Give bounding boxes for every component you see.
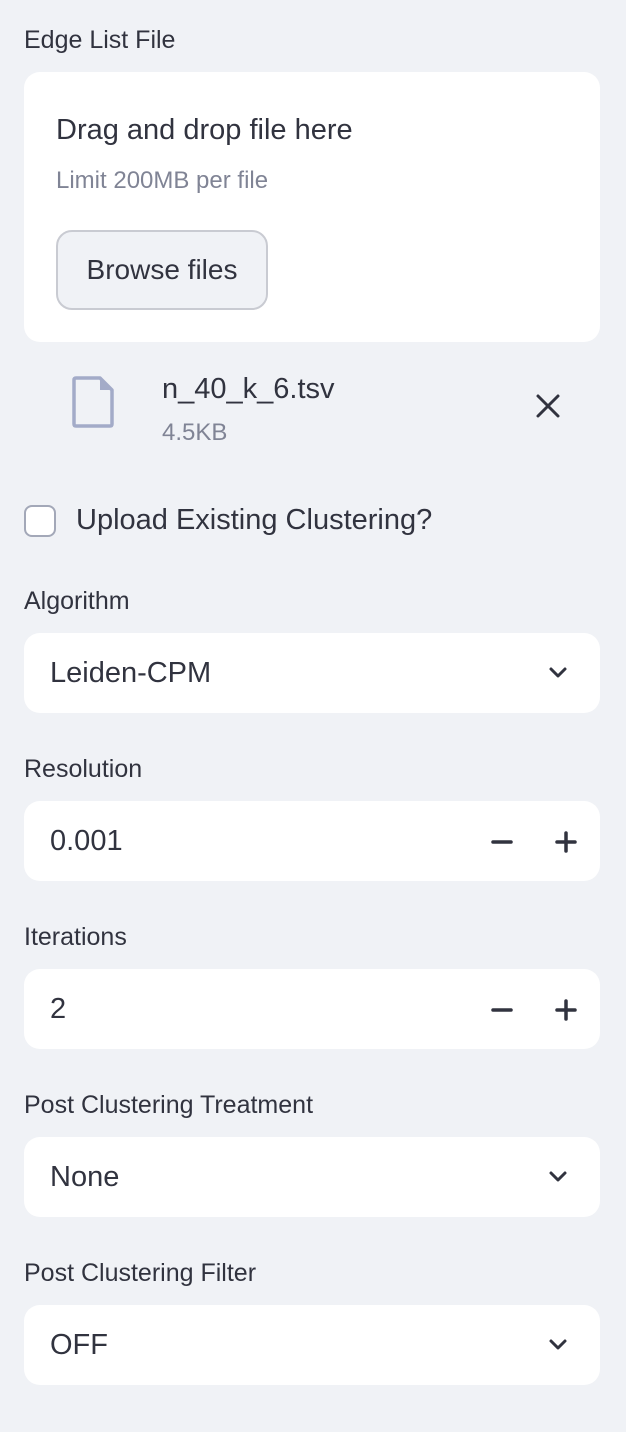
uploaded-file-row: n_40_k_6.tsv 4.5KB: [24, 350, 600, 460]
upload-existing-clustering-label: Upload Existing Clustering?: [76, 504, 433, 536]
post-filter-label: Post Clustering Filter: [24, 1259, 257, 1287]
resolution-number-input[interactable]: 0.001: [24, 801, 600, 881]
iterations-value[interactable]: 2: [50, 989, 66, 1029]
edge-list-label: Edge List File: [24, 26, 176, 54]
upload-existing-clustering-row[interactable]: Upload Existing Clustering?: [24, 500, 600, 540]
upload-existing-clustering-checkbox[interactable]: [24, 505, 56, 537]
remove-file-icon[interactable]: [532, 390, 564, 422]
algorithm-label: Algorithm: [24, 587, 130, 615]
iterations-number-input[interactable]: 2: [24, 969, 600, 1049]
chevron-down-icon: [549, 1171, 567, 1182]
resolution-increment-button[interactable]: [552, 821, 580, 861]
post-treatment-label: Post Clustering Treatment: [24, 1091, 314, 1119]
browse-files-button[interactable]: Browse files: [56, 230, 268, 310]
dropzone-limit: Limit 200MB per file: [56, 167, 269, 194]
chevron-down-icon: [549, 1339, 567, 1350]
resolution-decrement-button[interactable]: [488, 821, 516, 861]
post-treatment-value: None: [50, 1161, 120, 1193]
resolution-value[interactable]: 0.001: [50, 821, 123, 861]
algorithm-select[interactable]: Leiden-CPM: [24, 633, 600, 713]
post-treatment-select[interactable]: None: [24, 1137, 600, 1217]
post-filter-value: OFF: [50, 1329, 108, 1361]
post-filter-select[interactable]: OFF: [24, 1305, 600, 1385]
file-icon: [72, 376, 114, 428]
iterations-decrement-button[interactable]: [488, 989, 516, 1029]
sidebar: Edge List File Drag and drop file here L…: [0, 0, 626, 1432]
file-name: n_40_k_6.tsv: [162, 373, 335, 405]
dropzone-title: Drag and drop file here: [56, 114, 353, 146]
chevron-down-icon: [549, 667, 567, 678]
iterations-label: Iterations: [24, 923, 127, 951]
resolution-label: Resolution: [24, 755, 143, 783]
file-size: 4.5KB: [162, 419, 228, 446]
iterations-increment-button[interactable]: [552, 989, 580, 1029]
algorithm-value: Leiden-CPM: [50, 657, 212, 689]
file-dropzone[interactable]: Drag and drop file here Limit 200MB per …: [24, 72, 600, 342]
